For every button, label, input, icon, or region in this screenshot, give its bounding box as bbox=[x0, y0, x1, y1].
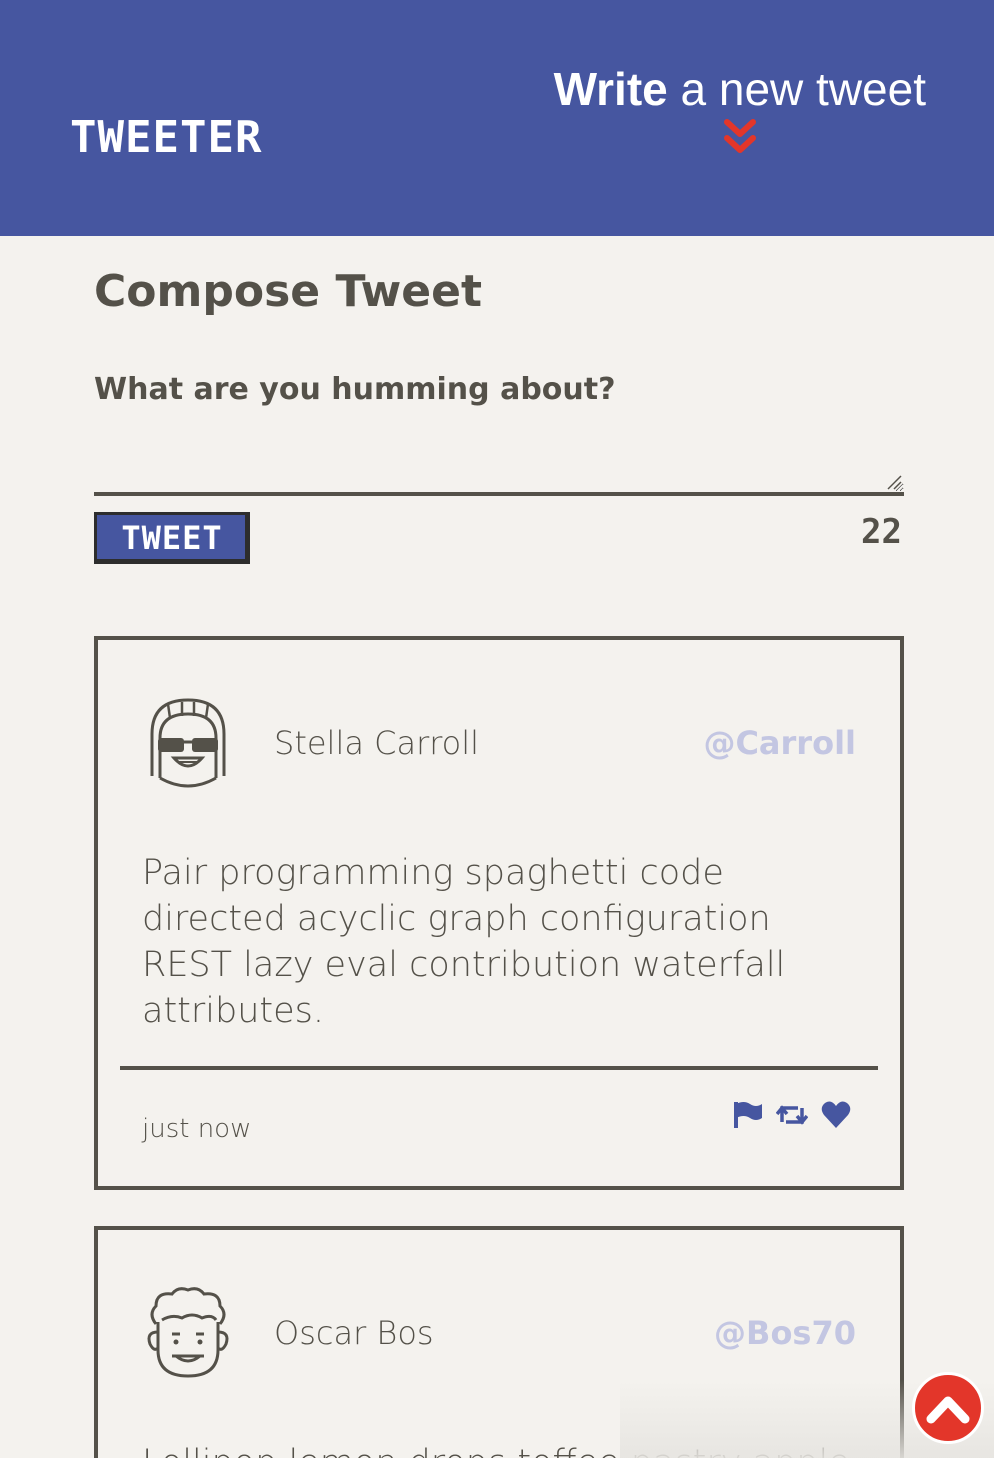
tweet-divider bbox=[120, 1066, 878, 1070]
tweet-actions bbox=[732, 1100, 852, 1130]
tweet-author-name: Oscar Bos bbox=[274, 1314, 434, 1352]
curly-hair-avatar-icon bbox=[147, 1287, 229, 1378]
heart-icon[interactable] bbox=[820, 1100, 852, 1130]
scroll-to-top-button[interactable] bbox=[912, 1372, 984, 1444]
retweet-icon[interactable] bbox=[775, 1100, 809, 1130]
compose-prompt-label: What are you humming about? bbox=[94, 372, 616, 407]
character-counter: 22 bbox=[861, 512, 902, 552]
flag-icon[interactable] bbox=[732, 1100, 764, 1130]
tweet-submit-button[interactable]: TWEET bbox=[94, 512, 250, 564]
chevron-up-icon bbox=[926, 1396, 970, 1424]
tweet-author-name: Stella Carroll bbox=[274, 724, 480, 762]
tweet-text-input[interactable] bbox=[94, 428, 904, 496]
chevron-double-down-icon bbox=[723, 119, 756, 153]
write-new-tweet-toggle[interactable]: Write a new tweet bbox=[554, 62, 926, 156]
resize-handle-icon[interactable] bbox=[886, 474, 902, 490]
tweet-card: Oscar Bos @Bos70 Lollipop lemon drops to… bbox=[94, 1226, 904, 1458]
tweet-content: Pair programming spaghetti code directed… bbox=[142, 853, 786, 1031]
top-nav: TWEETER Write a new tweet bbox=[0, 0, 994, 236]
tweet-content: Lollipop lemon drops toffee pastry apple… bbox=[142, 1440, 862, 1458]
brand-logo[interactable]: TWEETER bbox=[70, 112, 262, 163]
tweet-card: Stella Carroll @Carroll Pair programming… bbox=[94, 636, 904, 1190]
compose-title: Compose Tweet bbox=[94, 266, 482, 317]
girl-glasses-avatar-icon bbox=[150, 698, 226, 788]
tweet-author-handle[interactable]: @Bos70 bbox=[714, 1314, 856, 1352]
tweet-timestamp: just now bbox=[142, 1114, 252, 1144]
tweet-author-handle[interactable]: @Carroll bbox=[703, 724, 856, 762]
write-new-tweet-label: Write a new tweet bbox=[553, 63, 926, 115]
